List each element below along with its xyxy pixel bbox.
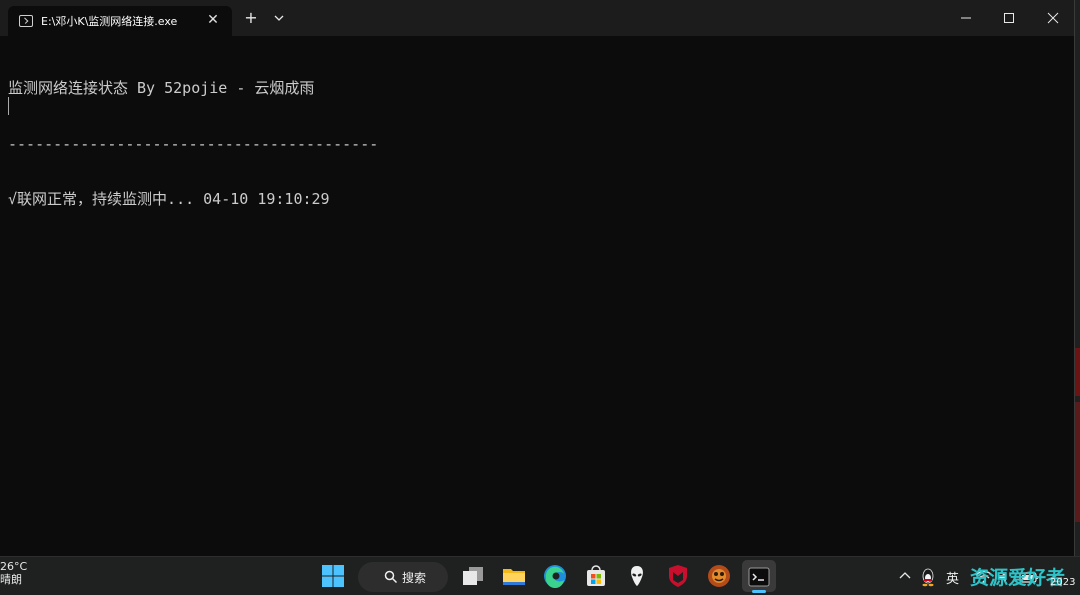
file-explorer-icon[interactable] <box>502 564 526 588</box>
clock-year[interactable]: 2023 <box>1050 577 1075 588</box>
tab-console[interactable]: E:\邓小K\监测网络连接.exe ✕ <box>8 6 232 36</box>
tab-close-button[interactable]: ✕ <box>206 13 220 27</box>
minimize-button[interactable] <box>943 8 989 28</box>
taskbar-search[interactable]: 搜索 <box>358 562 448 592</box>
windows-start-icon[interactable] <box>321 564 345 588</box>
chevron-up-icon[interactable] <box>897 568 913 584</box>
background-edge <box>1075 348 1080 396</box>
maximize-button[interactable] <box>986 8 1032 28</box>
console-line-divider: ----------------------------------------… <box>8 134 379 153</box>
search-icon <box>384 570 398 584</box>
title-bar[interactable]: E:\邓小K\监测网络连接.exe ✕ + <box>0 0 1074 36</box>
console-app-icon <box>19 15 33 27</box>
alien-app-icon[interactable] <box>625 564 649 588</box>
text-cursor <box>8 97 9 115</box>
terminal-window: E:\邓小K\监测网络连接.exe ✕ + 监测网络连接状态 By 52poji… <box>0 0 1075 556</box>
mcafee-shield-icon[interactable] <box>666 564 690 588</box>
search-label: 搜索 <box>402 570 427 585</box>
game-app-icon[interactable] <box>707 564 731 588</box>
tab-dropdown-icon[interactable] <box>272 12 286 24</box>
edge-browser-icon[interactable] <box>543 564 567 588</box>
terminal-icon <box>748 567 770 587</box>
background-edge <box>1075 402 1080 522</box>
close-button[interactable] <box>1030 8 1076 28</box>
qq-penguin-icon[interactable] <box>919 567 937 587</box>
microsoft-store-icon[interactable] <box>584 564 608 588</box>
weather-desc: 晴朗 <box>0 573 22 586</box>
console-line-title: 监测网络连接状态 By 52pojie - 云烟成雨 <box>8 79 315 97</box>
console-output[interactable]: 监测网络连接状态 By 52pojie - 云烟成雨 -------------… <box>8 42 378 246</box>
weather-temp: 26°C <box>0 560 28 573</box>
tab-title: E:\邓小K\监测网络连接.exe <box>41 15 178 28</box>
new-tab-button[interactable]: + <box>243 10 259 26</box>
ime-indicator[interactable]: 英 <box>946 568 959 587</box>
console-line-status: √联网正常，持续监测中... 04-10 19:10:29 <box>8 190 330 208</box>
active-indicator <box>752 590 766 593</box>
task-view-icon[interactable] <box>461 564 485 588</box>
taskbar <box>0 556 1080 595</box>
weather-widget[interactable]: 26°C 晴朗 <box>0 560 27 586</box>
